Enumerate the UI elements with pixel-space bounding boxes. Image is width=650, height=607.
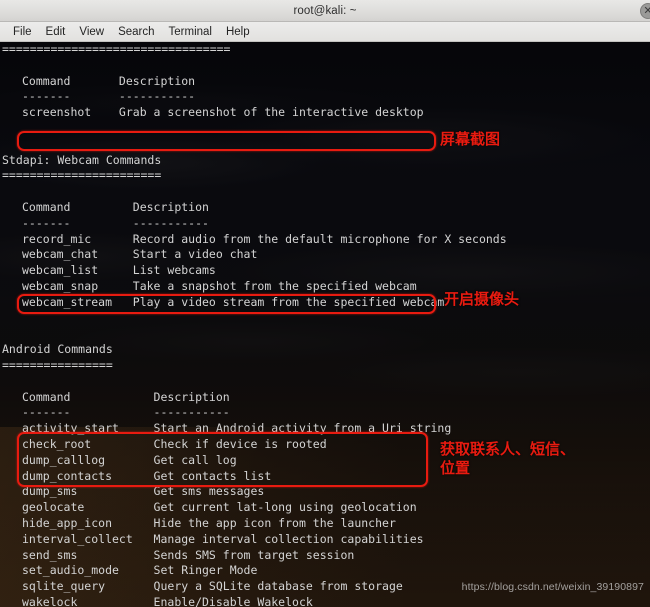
terminal-line: ------- ----------- xyxy=(22,89,196,104)
menu-item-file[interactable]: File xyxy=(6,25,39,39)
terminal-line: webcam_stream Play a video stream from t… xyxy=(22,294,445,309)
window-titlebar: root@kali: ~ ✕ xyxy=(0,0,650,22)
menu-item-help[interactable]: Help xyxy=(219,25,257,39)
menu-item-search[interactable]: Search xyxy=(111,25,161,39)
terminal-line: Stdapi: Webcam Commands xyxy=(2,152,162,167)
annotation-android-data: 获取联系人、短信、 位置 xyxy=(440,440,576,477)
terminal-line: Command Description xyxy=(22,389,230,404)
terminal-line: Android Commands xyxy=(2,342,113,357)
terminal-line: wakelock Enable/Disable Wakelock xyxy=(22,594,313,607)
terminal-line: dump_sms Get sms messages xyxy=(22,484,265,499)
terminal-line: activity_start Start an Android activity… xyxy=(22,421,452,436)
terminal-line: screenshot Grab a screenshot of the inte… xyxy=(22,105,424,120)
watermark: https://blog.csdn.net/weixin_39190897 xyxy=(461,581,644,593)
terminal-text: ================================= Command… xyxy=(0,42,650,607)
terminal-line: interval_collect Manage interval collect… xyxy=(22,531,424,546)
terminal-line: ------- ----------- xyxy=(22,405,230,420)
terminal-line: webcam_snap Take a snapshot from the spe… xyxy=(22,278,417,293)
terminal-line: send_sms Sends SMS from target session xyxy=(22,547,355,562)
terminal-line: hide_app_icon Hide the app icon from the… xyxy=(22,515,396,530)
menubar: File Edit View Search Terminal Help xyxy=(0,22,650,42)
window-title: root@kali: ~ xyxy=(293,4,357,17)
close-icon[interactable]: ✕ xyxy=(640,3,650,19)
terminal-line: set_audio_mode Set Ringer Mode xyxy=(22,563,258,578)
terminal-output-area[interactable]: ================================= Command… xyxy=(0,42,650,607)
terminal-line: geolocate Get current lat-long using geo… xyxy=(22,500,417,515)
terminal-line: ------- ----------- xyxy=(22,215,209,230)
terminal-line: record_mic Record audio from the default… xyxy=(22,231,507,246)
terminal-line: webcam_chat Start a video chat xyxy=(22,247,258,262)
annotation-screenshot: 屏幕截图 xyxy=(440,130,501,148)
annotation-webcam: 开启摄像头 xyxy=(444,290,520,308)
terminal-line: Command Description xyxy=(22,73,196,88)
terminal-line: Command Description xyxy=(22,199,209,214)
menu-item-terminal[interactable]: Terminal xyxy=(162,25,219,39)
terminal-line: ================ xyxy=(2,357,113,372)
terminal-window: root@kali: ~ ✕ File Edit View Search Ter… xyxy=(0,0,650,607)
terminal-line: webcam_list List webcams xyxy=(22,263,216,278)
menu-item-edit[interactable]: Edit xyxy=(39,25,73,39)
terminal-line: ======================= xyxy=(2,168,162,183)
terminal-line: ================================= xyxy=(2,42,231,56)
menu-item-view[interactable]: View xyxy=(72,25,111,39)
